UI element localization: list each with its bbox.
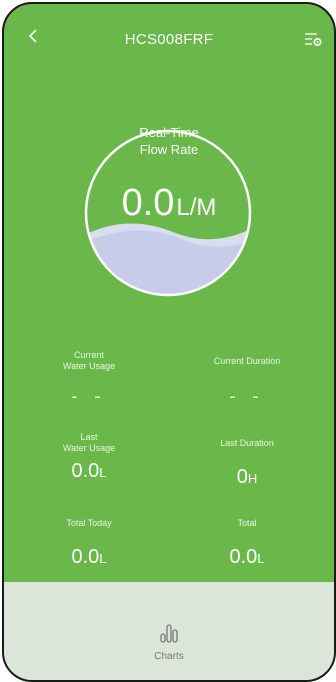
last-duration-value: 0H [236,466,258,488]
last-water-usage-label: Last Water Usage [62,432,116,453]
app-screen: HCS008FRF Real-Time Flow Rate 0.0L/M Cur… [2,2,336,682]
total-today: Total Today 0.0L [24,518,154,569]
settings-button[interactable] [302,29,324,49]
current-duration-value: - - [229,386,265,406]
current-water-usage-value: - - [71,386,107,406]
total-today-value: 0.0L [71,546,107,568]
bottom-nav: Charts [4,582,334,680]
page-title: HCS008FRF [124,31,214,48]
flow-rate-value: 0.0L/M [4,182,334,225]
current-water-usage: Current Water Usage - - [24,350,154,407]
last-duration-label: Last Duration [220,438,274,448]
flow-rate-unit: L/M [176,194,217,221]
current-water-usage-label: Current Water Usage [62,350,116,371]
total-today-label: Total Today [66,518,112,528]
total-value: 0.0L [229,546,265,568]
flow-rate-number: 0.0 [121,182,175,224]
last-water-usage-value: 0.0L [71,460,107,482]
flow-rate-title: Real-Time Flow Rate [139,125,199,157]
list-settings-icon [305,33,322,47]
current-duration: Current Duration - - [182,356,312,407]
header: HCS008FRF [4,4,334,74]
charts-label: Charts [154,651,184,662]
total-label: Total [237,518,257,528]
last-duration: Last Duration 0H [182,438,312,489]
current-duration-label: Current Duration [213,356,281,366]
bar-chart-icon [160,624,178,643]
total: Total 0.0L [182,518,312,569]
last-water-usage: Last Water Usage 0.0L [24,432,154,483]
charts-button[interactable]: Charts [139,622,199,662]
